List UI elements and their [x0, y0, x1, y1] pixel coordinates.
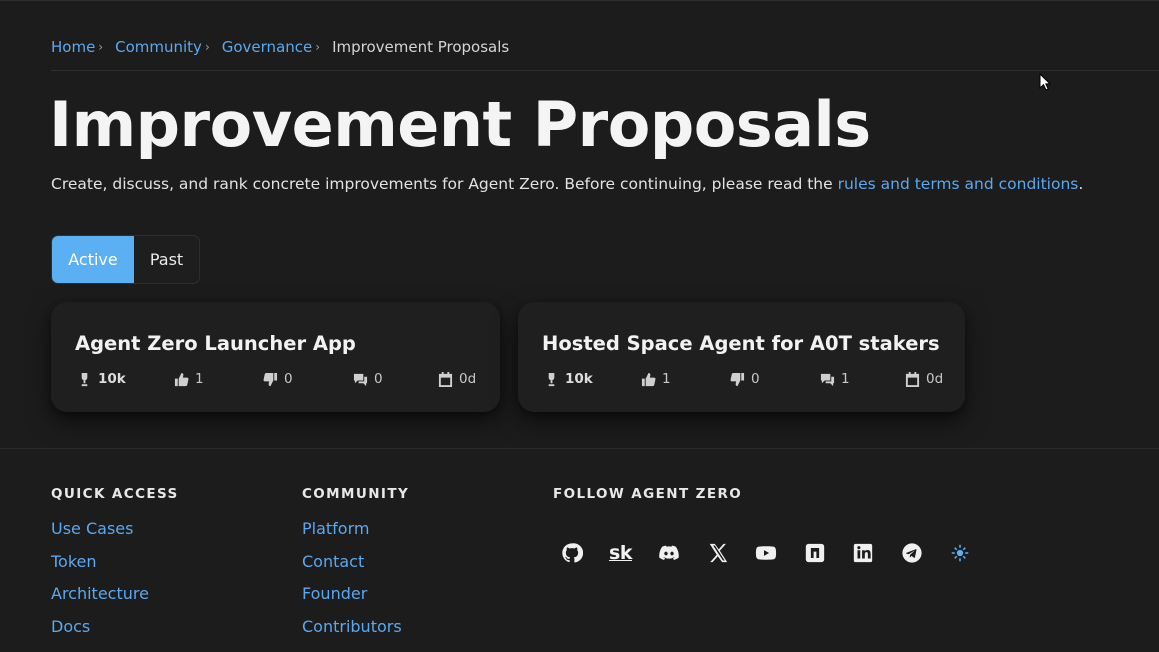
downvote-stat[interactable]: 0: [730, 371, 760, 387]
social-links: sk: [560, 541, 997, 565]
telegram-icon[interactable]: [900, 541, 924, 565]
footer-quick-access-links: Use Cases Token Architecture Docs: [51, 516, 149, 647]
youtube-icon[interactable]: [754, 541, 778, 565]
footer-community-links: Platform Contact Founder Contributors: [302, 516, 402, 647]
subtitle-end: .: [1078, 175, 1084, 193]
comments-icon: [353, 373, 368, 386]
downvote-stat[interactable]: 0: [263, 371, 293, 387]
footer-link-token[interactable]: Token: [51, 549, 149, 582]
upvote-stat[interactable]: 1: [641, 371, 671, 387]
footer-link-docs[interactable]: Docs: [51, 614, 149, 647]
score-value: 10k: [565, 371, 593, 387]
comments-icon: [820, 373, 835, 386]
comment-count: 1: [841, 371, 850, 387]
subtitle-text: Create, discuss, and rank concrete impro…: [51, 175, 838, 193]
trophy-icon: [81, 372, 88, 386]
footer-divider: [0, 448, 1159, 449]
proposal-card[interactable]: Hosted Space Agent for A0T stakers 10k 1…: [518, 302, 965, 412]
age-value: 0d: [459, 371, 477, 387]
downvote-count: 0: [751, 371, 760, 387]
linkedin-icon[interactable]: [851, 541, 875, 565]
top-divider: [0, 0, 1159, 1]
footer-link-contributors[interactable]: Contributors: [302, 614, 402, 647]
downvote-count: 0: [284, 371, 293, 387]
footer-link-founder[interactable]: Founder: [302, 581, 402, 614]
upvote-stat[interactable]: 1: [174, 371, 204, 387]
proposal-tabs: Active Past: [51, 235, 200, 284]
breadcrumb-separator: ›: [204, 40, 210, 54]
rules-terms-link[interactable]: rules and terms and conditions: [838, 175, 1079, 193]
discord-icon[interactable]: [657, 541, 681, 565]
github-icon[interactable]: [560, 541, 584, 565]
proposal-title[interactable]: Hosted Space Agent for A0T stakers: [542, 332, 940, 355]
breadcrumb-current: Improvement Proposals: [332, 38, 510, 56]
mouse-cursor-icon: [1039, 73, 1051, 91]
page-title: Improvement Proposals: [49, 88, 871, 161]
age-stat: 0d: [438, 371, 476, 387]
footer-heading-community: COMMUNITY: [302, 486, 410, 502]
upvote-count: 1: [195, 371, 204, 387]
age-value: 0d: [926, 371, 944, 387]
footer-heading-quick-access: QUICK ACCESS: [51, 486, 179, 502]
footer-link-contact[interactable]: Contact: [302, 549, 402, 582]
proposal-card[interactable]: Agent Zero Launcher App 10k 1 0 0 0d: [51, 302, 500, 412]
calendar-icon: [905, 371, 920, 387]
footer-link-architecture[interactable]: Architecture: [51, 581, 149, 614]
score-stat: 10k: [77, 371, 126, 387]
breadcrumb: Home › Community › Governance › Improvem…: [51, 38, 509, 56]
breadcrumb-divider: [51, 70, 1159, 71]
breadcrumb-community[interactable]: Community: [115, 38, 202, 56]
tab-active[interactable]: Active: [52, 236, 134, 283]
breadcrumb-home[interactable]: Home: [51, 38, 95, 56]
breadcrumb-separator: ›: [315, 40, 321, 54]
comment-stat: 0: [353, 371, 383, 387]
footer-link-platform[interactable]: Platform: [302, 516, 402, 549]
age-stat: 0d: [905, 371, 943, 387]
thumbs-up-icon[interactable]: [641, 372, 656, 387]
footer-link-use-cases[interactable]: Use Cases: [51, 516, 149, 549]
substack-icon[interactable]: [803, 541, 827, 565]
comment-stat: 1: [820, 371, 850, 387]
thumbs-up-icon[interactable]: [174, 372, 189, 387]
tab-past[interactable]: Past: [134, 236, 199, 283]
x-icon[interactable]: [706, 541, 730, 565]
thumbs-down-icon[interactable]: [730, 372, 745, 387]
page-subtitle: Create, discuss, and rank concrete impro…: [51, 175, 1083, 193]
thumbs-down-icon[interactable]: [263, 372, 278, 387]
skool-icon[interactable]: sk: [609, 541, 633, 565]
calendar-icon: [438, 371, 453, 387]
footer-heading-follow: FOLLOW AGENT ZERO: [553, 486, 743, 502]
breadcrumb-separator: ›: [98, 40, 104, 54]
theme-toggle-icon[interactable]: [948, 541, 972, 565]
breadcrumb-governance[interactable]: Governance: [222, 38, 313, 56]
proposal-title[interactable]: Agent Zero Launcher App: [75, 332, 356, 355]
comment-count: 0: [374, 371, 383, 387]
upvote-count: 1: [662, 371, 671, 387]
score-stat: 10k: [544, 371, 593, 387]
trophy-icon: [548, 372, 555, 386]
score-value: 10k: [98, 371, 126, 387]
